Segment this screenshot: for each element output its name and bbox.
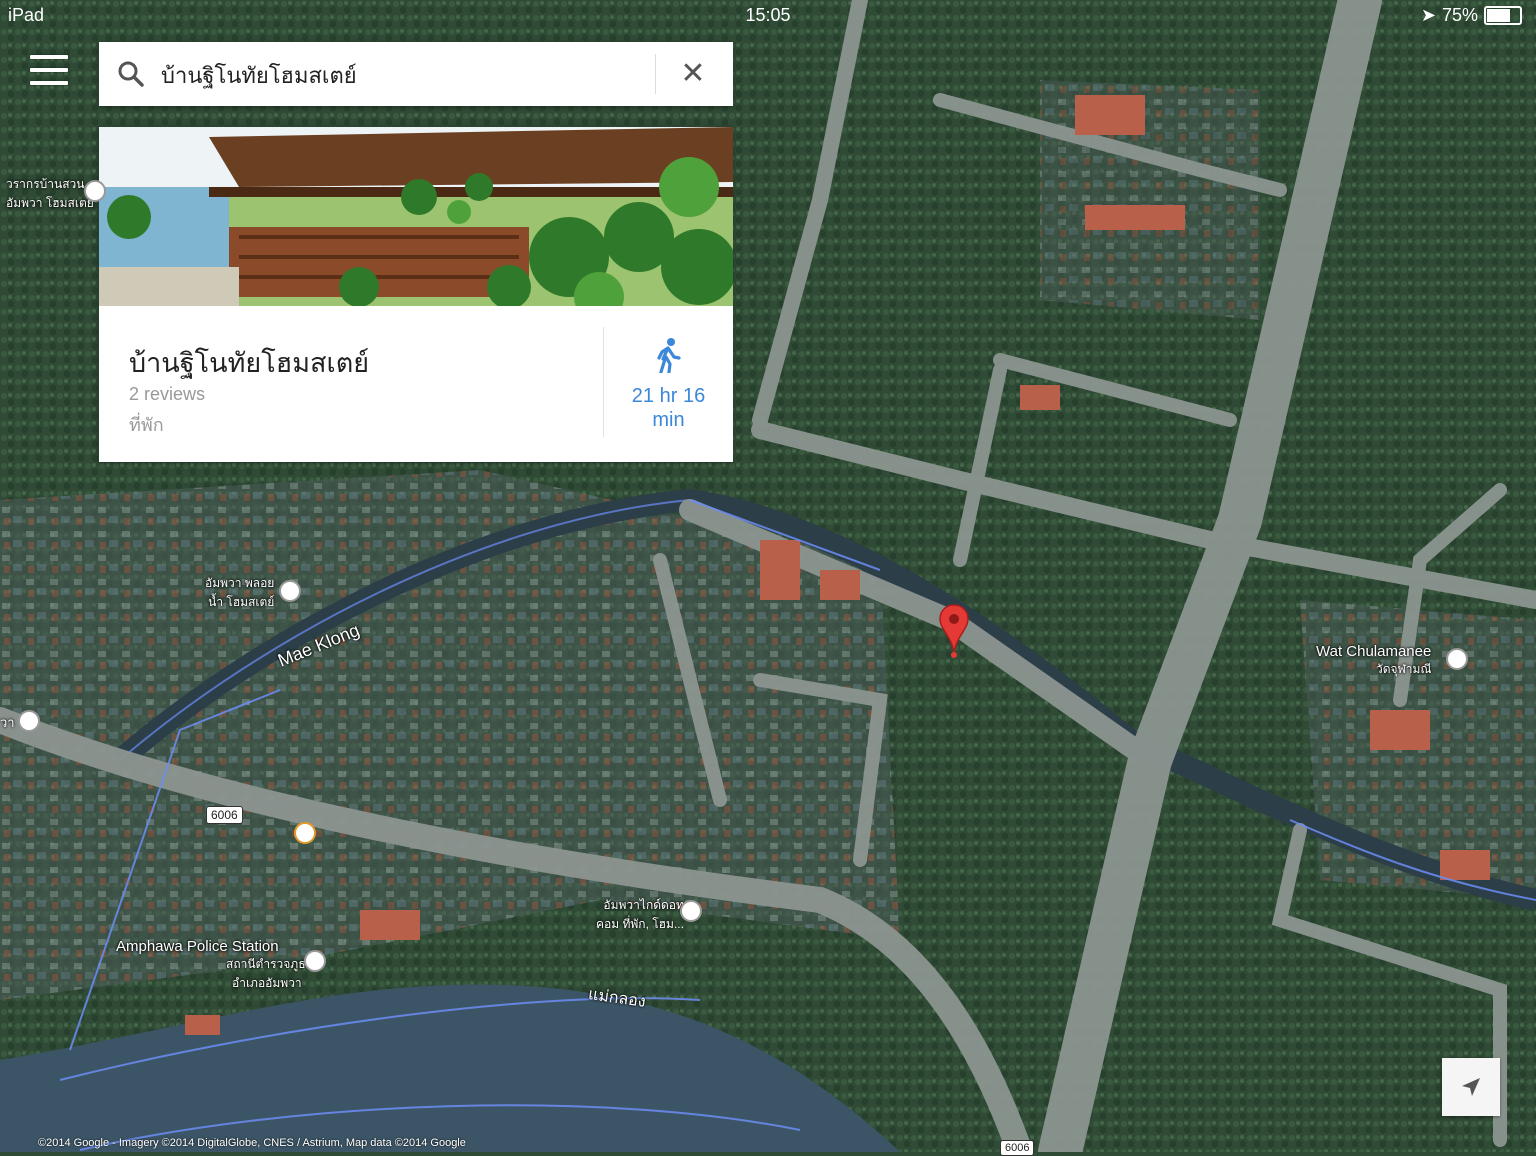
map-label-homestay-topleft[interactable]: วรากรบ้านสวน อัมพวา โฮมสเตย์ <box>6 175 94 213</box>
walking-directions-button[interactable]: 21 hr 16 min <box>604 337 733 432</box>
close-icon[interactable]: ✕ <box>669 52 717 96</box>
map-label-homestay-2[interactable]: อัมพวาไกด์ดอท คอม ที่พัก, โฮม... <box>596 896 684 934</box>
map-label-police[interactable]: Amphawa Police Station สถานีตำรวจภูธร อำเภ… <box>116 938 312 993</box>
place-photo[interactable] <box>99 127 733 306</box>
map-pin-icon[interactable] <box>938 603 970 668</box>
map-label-homestay-1[interactable]: อัมพวา พลอย น้ำ โฮมสเตย์ <box>205 574 274 612</box>
route-shield: 6006 <box>206 806 243 824</box>
hotel-icon[interactable] <box>279 580 301 602</box>
battery-percent: 75% <box>1441 5 1478 25</box>
map-label-left-edge: วา <box>0 715 15 730</box>
my-location-button[interactable] <box>1442 1058 1500 1116</box>
place-category: ที่พัก <box>129 415 164 435</box>
hotel-icon[interactable] <box>84 180 106 202</box>
search-icon[interactable] <box>117 60 145 93</box>
place-card[interactable]: บ้านฐิโนทัยโฮมสเตย์ 2 reviews ที่พัก 21 … <box>99 127 733 462</box>
status-right: ➤ 75% <box>1421 5 1522 26</box>
map-copyright: ©2014 Google - Imagery ©2014 DigitalGlob… <box>38 1137 466 1149</box>
walk-time-hours: 21 hr 16 <box>631 385 706 407</box>
search-bar: ✕ <box>99 42 733 106</box>
status-bar: iPad 15:05 ➤ 75% <box>0 0 1536 30</box>
walking-icon <box>656 338 681 374</box>
battery-fill <box>1487 9 1510 22</box>
search-divider <box>655 54 656 94</box>
place-title: บ้านฐิโนทัยโฮมสเตย์ <box>129 348 370 378</box>
location-arrow-icon: ➤ <box>1420 5 1436 25</box>
search-input[interactable] <box>159 54 723 96</box>
my-location-icon <box>1462 1078 1480 1096</box>
status-time: 15:05 <box>745 5 791 25</box>
walk-time-minutes: min <box>652 409 685 431</box>
place-reviews[interactable]: 2 reviews <box>129 384 205 405</box>
cafe-icon[interactable] <box>294 822 316 844</box>
hotel-icon[interactable] <box>680 900 702 922</box>
hotel-icon[interactable] <box>18 710 40 732</box>
map-label-temple[interactable]: Wat Chulamanee วัดจุฬามณี <box>1316 643 1432 679</box>
police-icon[interactable] <box>304 950 326 972</box>
battery-icon <box>1484 6 1522 25</box>
temple-icon[interactable] <box>1446 648 1468 670</box>
menu-icon[interactable] <box>30 55 68 91</box>
